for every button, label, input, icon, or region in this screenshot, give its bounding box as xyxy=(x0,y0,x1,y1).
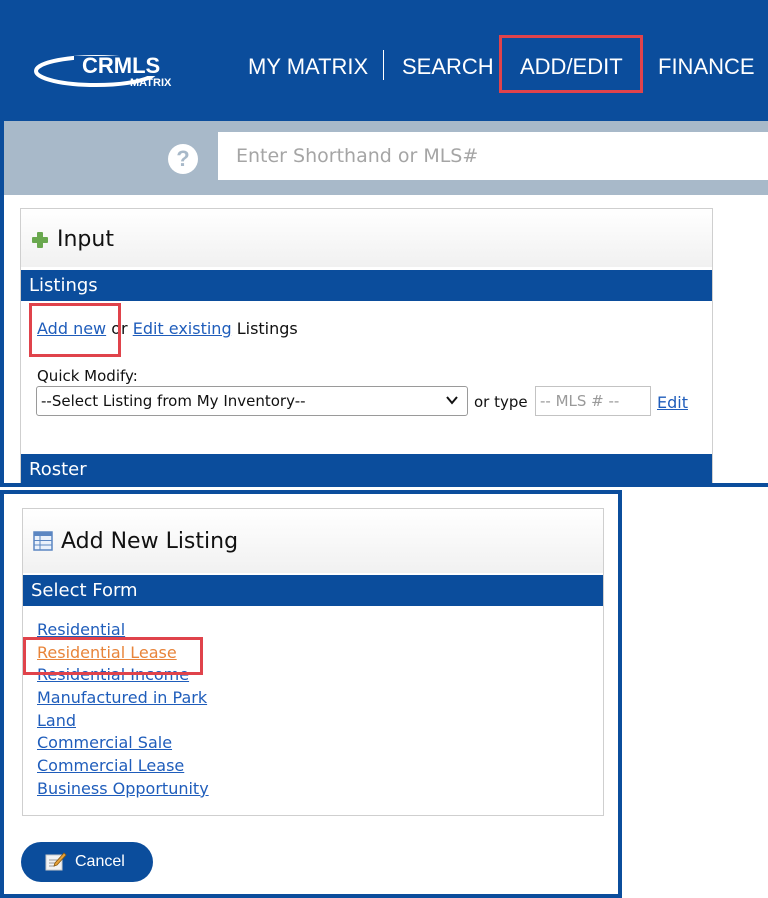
or-type-label: or type xyxy=(474,393,528,411)
form-link-commercial-sale[interactable]: Commercial Sale xyxy=(37,733,172,752)
nav-search[interactable]: SEARCH xyxy=(402,49,494,85)
nav-my-matrix[interactable]: MY MATRIX xyxy=(248,49,368,85)
crmls-matrix-logo[interactable]: CRMLS MATRIX xyxy=(34,46,194,96)
list-item: Business Opportunity xyxy=(37,778,209,801)
top-navigation-bar: CRMLS MATRIX MY MATRIX SEARCH ADD/EDIT F… xyxy=(4,4,768,121)
residential-lease-highlight-box xyxy=(23,637,203,675)
list-item: Commercial Lease xyxy=(37,755,209,778)
add-new-listing-title: Add New Listing xyxy=(61,529,239,554)
input-card-title: Input xyxy=(57,227,114,252)
nav-finance[interactable]: FINANCE xyxy=(658,49,755,85)
add-edit-highlight-box xyxy=(499,35,643,93)
mls-number-input[interactable] xyxy=(535,386,651,416)
quick-edit-link[interactable]: Edit xyxy=(657,393,688,412)
list-item: Manufactured in Park xyxy=(37,687,209,710)
form-link-commercial-lease[interactable]: Commercial Lease xyxy=(37,756,184,775)
help-icon[interactable]: ? xyxy=(168,144,198,174)
input-card: Input Listings Add new or Edit existing … xyxy=(20,208,713,483)
select-form-section-header: Select Form xyxy=(23,575,603,606)
list-item: Commercial Sale xyxy=(37,732,209,755)
edit-cancel-icon xyxy=(45,852,67,871)
form-link-land[interactable]: Land xyxy=(37,711,76,730)
svg-text:CRMLS: CRMLS xyxy=(82,53,160,78)
svg-text:MATRIX: MATRIX xyxy=(130,77,172,89)
input-card-header: Input xyxy=(21,209,712,267)
chevron-down-icon xyxy=(446,396,458,405)
listings-section-header: Listings xyxy=(21,270,712,301)
quick-modify-label: Quick Modify: xyxy=(37,367,138,385)
form-link-business-opportunity[interactable]: Business Opportunity xyxy=(37,779,209,798)
nav-divider xyxy=(383,50,384,80)
listings-suffix-text: Listings xyxy=(236,319,298,338)
add-new-listing-screen: Add New Listing Select Form Residential … xyxy=(0,490,622,898)
plus-icon xyxy=(32,232,48,248)
add-new-listing-card: Add New Listing Select Form Residential … xyxy=(22,508,604,816)
shorthand-search-input[interactable] xyxy=(218,132,768,180)
cancel-button[interactable]: Cancel xyxy=(21,842,153,882)
matrix-main-screen: CRMLS MATRIX MY MATRIX SEARCH ADD/EDIT F… xyxy=(0,0,768,487)
add-new-highlight-box xyxy=(29,303,121,357)
list-item: Land xyxy=(37,710,209,733)
edit-existing-link[interactable]: Edit existing xyxy=(133,319,232,338)
cancel-button-label: Cancel xyxy=(75,853,125,870)
roster-section-header: Roster xyxy=(21,454,712,483)
inventory-listing-select[interactable]: --Select Listing from My Inventory-- xyxy=(36,386,468,416)
form-table-icon xyxy=(33,531,53,551)
add-new-listing-header: Add New Listing xyxy=(23,509,603,573)
form-link-manufactured-in-park[interactable]: Manufactured in Park xyxy=(37,688,207,707)
inventory-select-value: --Select Listing from My Inventory-- xyxy=(41,392,306,410)
